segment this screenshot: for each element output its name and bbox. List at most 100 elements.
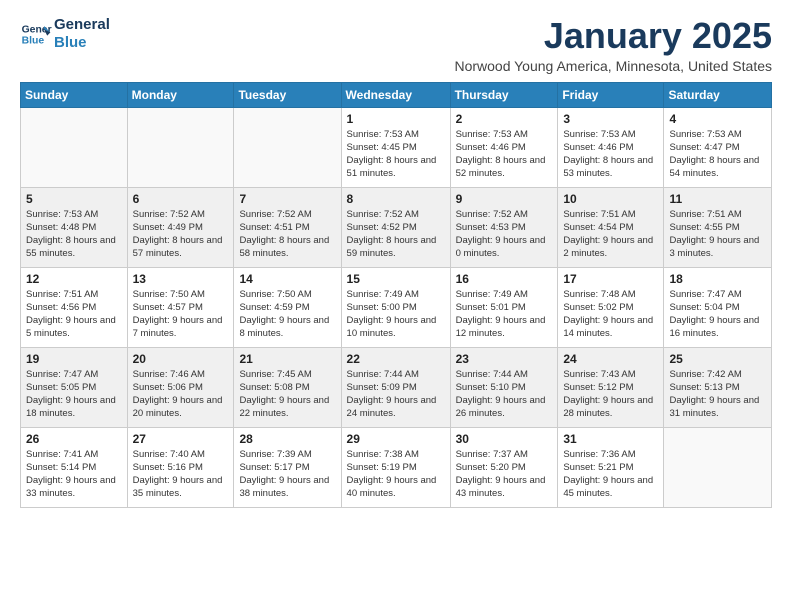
- day-number: 7: [239, 192, 335, 206]
- day-info: Sunrise: 7:47 AM Sunset: 5:05 PM Dayligh…: [26, 368, 122, 421]
- day-info: Sunrise: 7:51 AM Sunset: 4:56 PM Dayligh…: [26, 288, 122, 341]
- day-cell: 3 Sunrise: 7:53 AM Sunset: 4:46 PM Daylig…: [558, 107, 664, 187]
- day-cell: 24 Sunrise: 7:43 AM Sunset: 5:12 PM Dayli…: [558, 347, 664, 427]
- day-number: 6: [133, 192, 229, 206]
- day-number: 27: [133, 432, 229, 446]
- day-cell: 30Sunrise: 7:37 AM Sunset: 5:20 PM Dayli…: [450, 427, 558, 507]
- day-number: 21: [239, 352, 335, 366]
- day-info: Sunrise: 7:37 AM Sunset: 5:20 PM Dayligh…: [456, 448, 553, 501]
- day-cell: 10 Sunrise: 7:51 AM Sunset: 4:54 PM Dayli…: [558, 187, 664, 267]
- logo-text: General Blue: [54, 16, 110, 52]
- day-number: 18: [669, 272, 766, 286]
- day-info: Sunrise: 7:51 AM Sunset: 4:54 PM Dayligh…: [563, 208, 658, 261]
- day-info: Sunrise: 7:41 AM Sunset: 5:14 PM Dayligh…: [26, 448, 122, 501]
- col-monday: Monday: [127, 82, 234, 107]
- day-cell: 25 Sunrise: 7:42 AM Sunset: 5:13 PM Dayli…: [664, 347, 772, 427]
- col-wednesday: Wednesday: [341, 82, 450, 107]
- day-number: 17: [563, 272, 658, 286]
- day-number: 31: [563, 432, 658, 446]
- day-cell: 1Sunrise: 7:53 AM Sunset: 4:45 PM Daylig…: [341, 107, 450, 187]
- day-number: 14: [239, 272, 335, 286]
- day-cell: 22Sunrise: 7:44 AM Sunset: 5:09 PM Dayli…: [341, 347, 450, 427]
- day-number: 4: [669, 112, 766, 126]
- week-row-5: 26 Sunrise: 7:41 AM Sunset: 5:14 PM Dayli…: [21, 427, 772, 507]
- day-number: 10: [563, 192, 658, 206]
- day-cell: 6 Sunrise: 7:52 AM Sunset: 4:49 PM Daylig…: [127, 187, 234, 267]
- day-number: 1: [347, 112, 445, 126]
- day-number: 23: [456, 352, 553, 366]
- day-cell: 4 Sunrise: 7:53 AM Sunset: 4:47 PM Daylig…: [664, 107, 772, 187]
- day-number: 8: [347, 192, 445, 206]
- week-row-2: 5 Sunrise: 7:53 AM Sunset: 4:48 PM Daylig…: [21, 187, 772, 267]
- col-friday: Friday: [558, 82, 664, 107]
- day-info: Sunrise: 7:52 AM Sunset: 4:52 PM Dayligh…: [347, 208, 445, 261]
- day-info: Sunrise: 7:39 AM Sunset: 5:17 PM Dayligh…: [239, 448, 335, 501]
- day-cell: 27Sunrise: 7:40 AM Sunset: 5:16 PM Dayli…: [127, 427, 234, 507]
- day-cell: 2 Sunrise: 7:53 AM Sunset: 4:46 PM Daylig…: [450, 107, 558, 187]
- day-cell: 14 Sunrise: 7:50 AM Sunset: 4:59 PM Dayli…: [234, 267, 341, 347]
- day-number: 12: [26, 272, 122, 286]
- day-cell: 9 Sunrise: 7:52 AM Sunset: 4:53 PM Daylig…: [450, 187, 558, 267]
- page: General Blue General Blue January 2025 N…: [0, 0, 792, 612]
- day-cell: 11 Sunrise: 7:51 AM Sunset: 4:55 PM Dayli…: [664, 187, 772, 267]
- header: General Blue General Blue January 2025 N…: [20, 16, 772, 74]
- day-info: Sunrise: 7:36 AM Sunset: 5:21 PM Dayligh…: [563, 448, 658, 501]
- day-info: Sunrise: 7:53 AM Sunset: 4:47 PM Dayligh…: [669, 128, 766, 181]
- day-cell: 8 Sunrise: 7:52 AM Sunset: 4:52 PM Daylig…: [341, 187, 450, 267]
- svg-text:Blue: Blue: [22, 36, 45, 47]
- day-cell: 31 Sunrise: 7:36 AM Sunset: 5:21 PM Dayli…: [558, 427, 664, 507]
- day-info: Sunrise: 7:43 AM Sunset: 5:12 PM Dayligh…: [563, 368, 658, 421]
- day-number: 25: [669, 352, 766, 366]
- day-cell: 13Sunrise: 7:50 AM Sunset: 4:57 PM Dayli…: [127, 267, 234, 347]
- day-info: Sunrise: 7:50 AM Sunset: 4:59 PM Dayligh…: [239, 288, 335, 341]
- col-tuesday: Tuesday: [234, 82, 341, 107]
- col-sunday: Sunday: [21, 82, 128, 107]
- day-cell: 16Sunrise: 7:49 AM Sunset: 5:01 PM Dayli…: [450, 267, 558, 347]
- day-cell: 20Sunrise: 7:46 AM Sunset: 5:06 PM Dayli…: [127, 347, 234, 427]
- location: Norwood Young America, Minnesota, United…: [454, 58, 772, 74]
- logo: General Blue General Blue: [20, 16, 110, 52]
- day-info: Sunrise: 7:52 AM Sunset: 4:53 PM Dayligh…: [456, 208, 553, 261]
- day-info: Sunrise: 7:52 AM Sunset: 4:49 PM Dayligh…: [133, 208, 229, 261]
- day-cell: 21 Sunrise: 7:45 AM Sunset: 5:08 PM Dayli…: [234, 347, 341, 427]
- calendar: Sunday Monday Tuesday Wednesday Thursday…: [20, 82, 772, 508]
- day-number: 16: [456, 272, 553, 286]
- header-row: Sunday Monday Tuesday Wednesday Thursday…: [21, 82, 772, 107]
- day-info: Sunrise: 7:53 AM Sunset: 4:46 PM Dayligh…: [563, 128, 658, 181]
- day-cell: 17Sunrise: 7:48 AM Sunset: 5:02 PM Dayli…: [558, 267, 664, 347]
- day-info: Sunrise: 7:53 AM Sunset: 4:48 PM Dayligh…: [26, 208, 122, 261]
- day-info: Sunrise: 7:42 AM Sunset: 5:13 PM Dayligh…: [669, 368, 766, 421]
- week-row-4: 19 Sunrise: 7:47 AM Sunset: 5:05 PM Dayli…: [21, 347, 772, 427]
- day-info: Sunrise: 7:46 AM Sunset: 5:06 PM Dayligh…: [133, 368, 229, 421]
- day-number: 5: [26, 192, 122, 206]
- day-number: 3: [563, 112, 658, 126]
- day-info: Sunrise: 7:49 AM Sunset: 5:00 PM Dayligh…: [347, 288, 445, 341]
- day-cell: 29Sunrise: 7:38 AM Sunset: 5:19 PM Dayli…: [341, 427, 450, 507]
- day-info: Sunrise: 7:52 AM Sunset: 4:51 PM Dayligh…: [239, 208, 335, 261]
- day-cell: 28 Sunrise: 7:39 AM Sunset: 5:17 PM Dayli…: [234, 427, 341, 507]
- day-number: 28: [239, 432, 335, 446]
- week-row-3: 12 Sunrise: 7:51 AM Sunset: 4:56 PM Dayli…: [21, 267, 772, 347]
- day-cell: [234, 107, 341, 187]
- col-thursday: Thursday: [450, 82, 558, 107]
- day-cell: [127, 107, 234, 187]
- day-cell: 18Sunrise: 7:47 AM Sunset: 5:04 PM Dayli…: [664, 267, 772, 347]
- day-number: 19: [26, 352, 122, 366]
- title-block: January 2025 Norwood Young America, Minn…: [454, 16, 772, 74]
- day-info: Sunrise: 7:38 AM Sunset: 5:19 PM Dayligh…: [347, 448, 445, 501]
- day-number: 24: [563, 352, 658, 366]
- day-number: 26: [26, 432, 122, 446]
- day-info: Sunrise: 7:44 AM Sunset: 5:09 PM Dayligh…: [347, 368, 445, 421]
- day-cell: 12 Sunrise: 7:51 AM Sunset: 4:56 PM Dayli…: [21, 267, 128, 347]
- day-number: 11: [669, 192, 766, 206]
- day-cell: 7 Sunrise: 7:52 AM Sunset: 4:51 PM Daylig…: [234, 187, 341, 267]
- month-title: January 2025: [454, 16, 772, 56]
- day-cell: 5 Sunrise: 7:53 AM Sunset: 4:48 PM Daylig…: [21, 187, 128, 267]
- day-cell: 19 Sunrise: 7:47 AM Sunset: 5:05 PM Dayli…: [21, 347, 128, 427]
- day-number: 2: [456, 112, 553, 126]
- day-info: Sunrise: 7:45 AM Sunset: 5:08 PM Dayligh…: [239, 368, 335, 421]
- day-info: Sunrise: 7:53 AM Sunset: 4:46 PM Dayligh…: [456, 128, 553, 181]
- day-cell: 23Sunrise: 7:44 AM Sunset: 5:10 PM Dayli…: [450, 347, 558, 427]
- day-number: 9: [456, 192, 553, 206]
- day-info: Sunrise: 7:51 AM Sunset: 4:55 PM Dayligh…: [669, 208, 766, 261]
